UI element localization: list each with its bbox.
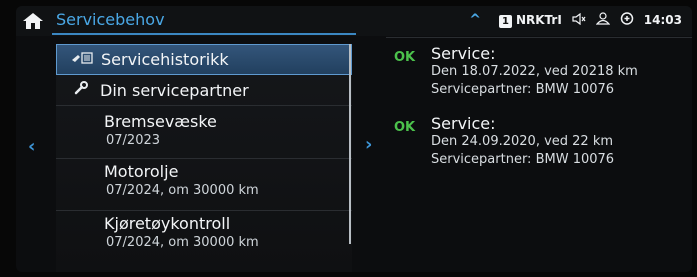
menu-item-label: Servicehistorikk bbox=[101, 50, 229, 69]
menu-item-label: Din servicepartner bbox=[100, 80, 249, 100]
radio-source[interactable]: 1 NRKTrI bbox=[498, 12, 562, 28]
record-partner: Servicepartner: BMW 10076 bbox=[431, 152, 615, 167]
chevron-up-icon[interactable]: ^ bbox=[469, 12, 481, 28]
chevron-right-icon[interactable]: › bbox=[365, 134, 372, 155]
service-record: OK Service: Den 24.09.2020, ved 22 km Se… bbox=[394, 114, 692, 174]
service-menu: Servicehistorikk Din servicepartner Brem… bbox=[56, 44, 352, 272]
top-bar: Servicebehov ^ 1 NRKTrI 14:03 bbox=[16, 6, 692, 36]
record-title: Service: bbox=[431, 114, 496, 133]
clock-time: 14:03 bbox=[643, 13, 682, 27]
record-date: Den 24.09.2020, ved 22 km bbox=[431, 134, 614, 149]
volume-icon bbox=[572, 12, 586, 28]
entry-name: Bremsevæske bbox=[104, 112, 217, 131]
wrench-icon bbox=[68, 80, 94, 100]
scrollbar[interactable] bbox=[349, 44, 351, 244]
radio-preset-badge: 1 bbox=[498, 14, 512, 28]
entry-date: 07/2024, om 30000 km bbox=[106, 235, 259, 250]
list-item-kjoretoykontroll[interactable]: Kjøretøykontroll 07/2024, om 30000 km bbox=[56, 211, 352, 263]
list-item-motorolje[interactable]: Motorolje 07/2024, om 30000 km bbox=[56, 159, 352, 211]
entry-name: Kjøretøykontroll bbox=[104, 214, 231, 233]
title-underline bbox=[52, 33, 356, 35]
status-bar: ^ 1 NRKTrI 14:03 bbox=[469, 12, 682, 28]
entry-date: 07/2024, om 30000 km bbox=[106, 183, 259, 198]
status-badge: OK bbox=[394, 50, 416, 65]
radio-station: NRKTrI bbox=[515, 12, 562, 27]
record-title: Service: bbox=[431, 44, 496, 63]
home-icon[interactable] bbox=[22, 12, 44, 30]
record-date: Den 18.07.2022, ved 20218 km bbox=[431, 64, 638, 79]
chevron-left-icon[interactable]: ‹ bbox=[28, 136, 35, 157]
record-partner: Servicepartner: BMW 10076 bbox=[431, 82, 615, 97]
screen: Servicebehov ^ 1 NRKTrI 14:03 ‹ Servicehi… bbox=[16, 6, 692, 272]
service-record: OK Service: Den 18.07.2022, ved 20218 km… bbox=[394, 44, 692, 104]
list-item-bremsevaeske[interactable]: Bremsevæske 07/2023 bbox=[56, 109, 352, 159]
entry-date: 07/2023 bbox=[106, 133, 161, 148]
entry-name: Motorolje bbox=[104, 162, 179, 181]
status-badge: OK bbox=[394, 120, 416, 135]
driver-profile-icon bbox=[595, 12, 611, 28]
service-history-icon bbox=[69, 51, 95, 69]
connectivity-icon bbox=[620, 12, 634, 28]
divider bbox=[386, 37, 692, 38]
page-title: Servicebehov bbox=[56, 10, 165, 29]
menu-item-din-servicepartner[interactable]: Din servicepartner bbox=[56, 75, 352, 106]
menu-item-servicehistorikk[interactable]: Servicehistorikk bbox=[56, 44, 352, 75]
